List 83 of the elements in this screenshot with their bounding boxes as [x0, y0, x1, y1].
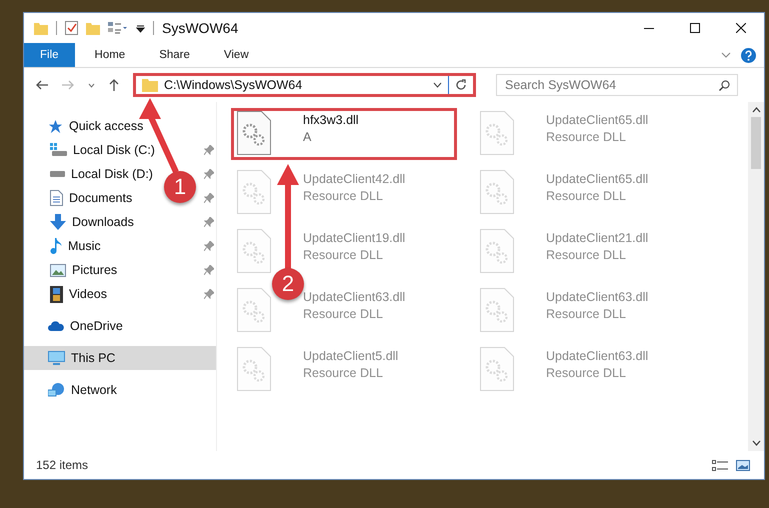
- document-icon: [50, 190, 63, 206]
- file-type: Resource DLL: [303, 307, 384, 321]
- gear-file-icon[interactable]: [237, 111, 271, 155]
- file-type: Resource DLL: [546, 130, 627, 144]
- file-name[interactable]: hfx3w3.dll: [303, 113, 359, 127]
- window-title: SysWOW64: [162, 20, 238, 36]
- sidebar-label: Local Disk (D:): [71, 167, 153, 181]
- sidebar-item[interactable]: Quick access: [24, 114, 148, 138]
- sidebar-label: Network: [71, 383, 117, 397]
- sidebar-item[interactable]: Documents: [24, 186, 136, 210]
- sidebar-label: OneDrive: [70, 319, 123, 333]
- ribbon-tab[interactable]: Home: [80, 43, 140, 67]
- forward-arrow-icon[interactable]: [62, 80, 74, 90]
- help-icon[interactable]: [741, 48, 756, 62]
- download-arrow-icon: [50, 214, 66, 230]
- sidebar-item[interactable]: Downloads: [24, 210, 138, 234]
- search-icon[interactable]: [719, 80, 730, 91]
- sidebar-label: Music: [68, 239, 101, 253]
- pin-icon[interactable]: [204, 193, 214, 203]
- sidebar-label: This PC: [71, 351, 116, 365]
- file-type: Resource DLL: [546, 366, 627, 380]
- sidebar-item[interactable]: Local Disk (C:): [24, 138, 159, 162]
- film-icon: [50, 286, 63, 302]
- sidebar-item[interactable]: Videos: [24, 282, 111, 306]
- ribbon-tab[interactable]: Share: [145, 43, 204, 67]
- pin-icon[interactable]: [204, 217, 214, 227]
- ribbon-tab[interactable]: View: [210, 43, 263, 67]
- sidebar-label: Quick access: [69, 119, 144, 133]
- sidebar-label: Pictures: [72, 263, 118, 277]
- ribbon-tab[interactable]: File: [24, 43, 75, 67]
- caret-icon[interactable]: [433, 82, 442, 88]
- file-type: Resource DLL: [546, 189, 627, 203]
- file-type: A: [303, 130, 312, 144]
- sidebar-item[interactable]: Music: [24, 234, 105, 258]
- refresh-icon[interactable]: [455, 79, 467, 91]
- folder-icon[interactable]: [34, 22, 48, 34]
- pin-icon[interactable]: [204, 241, 214, 251]
- scroll-down-icon[interactable]: [752, 440, 760, 446]
- folder-icon: [142, 78, 158, 92]
- caret-icon[interactable]: [88, 82, 95, 88]
- scroll-up-icon[interactable]: [752, 107, 760, 113]
- address-path: C:\Windows\SysWOW64: [164, 78, 304, 92]
- file-type: Resource DLL: [303, 189, 384, 203]
- thumbnail-view-icon[interactable]: [736, 460, 750, 470]
- sidebar-label: Local Disk (C:): [73, 143, 155, 157]
- file-type: Resource DLL: [546, 248, 627, 262]
- file-type: Resource DLL: [546, 307, 627, 321]
- details-view-icon[interactable]: [712, 460, 728, 470]
- item-count: 152 items: [36, 458, 88, 472]
- dropdown-icon[interactable]: [136, 24, 145, 32]
- checklist-icon[interactable]: [65, 21, 78, 35]
- sidebar-item[interactable]: Pictures: [24, 258, 122, 282]
- maximize-icon[interactable]: [690, 23, 700, 33]
- back-arrow-icon[interactable]: [36, 80, 48, 90]
- monitor-icon: [48, 350, 65, 366]
- search-field[interactable]: Search SysWOW64: [496, 74, 738, 96]
- file-type: Resource DLL: [303, 366, 384, 380]
- network-icon: [48, 382, 65, 398]
- picture-icon: [50, 264, 66, 276]
- sidebar-label: Videos: [69, 287, 107, 301]
- star-icon: [48, 118, 63, 134]
- chevron-icon[interactable]: [721, 52, 731, 58]
- file-type: Resource DLL: [303, 248, 384, 262]
- sidebar-item[interactable]: This PC: [24, 346, 216, 370]
- cloud-icon: [48, 320, 64, 332]
- sidebar-item[interactable]: Network: [24, 378, 121, 402]
- folder-icon[interactable]: [86, 22, 100, 34]
- pin-icon[interactable]: [204, 265, 214, 275]
- up-arrow-icon[interactable]: [109, 79, 119, 91]
- sidebar-label: Documents: [69, 191, 132, 205]
- close-icon[interactable]: [736, 23, 746, 33]
- address-bar[interactable]: C:\Windows\SysWOW64: [133, 73, 476, 97]
- scrollbar-thumb[interactable]: [751, 117, 761, 169]
- pin-icon[interactable]: [204, 289, 214, 299]
- music-note-icon: [50, 238, 62, 254]
- properties-icon[interactable]: [108, 22, 128, 34]
- sidebar-label: Downloads: [72, 215, 134, 229]
- sidebar-item[interactable]: Local Disk (D:): [24, 162, 157, 186]
- sidebar-item[interactable]: OneDrive: [24, 314, 127, 338]
- pin-icon[interactable]: [204, 169, 214, 179]
- pin-icon[interactable]: [204, 145, 214, 155]
- drive-icon: [50, 143, 67, 157]
- drive-icon: [50, 171, 65, 177]
